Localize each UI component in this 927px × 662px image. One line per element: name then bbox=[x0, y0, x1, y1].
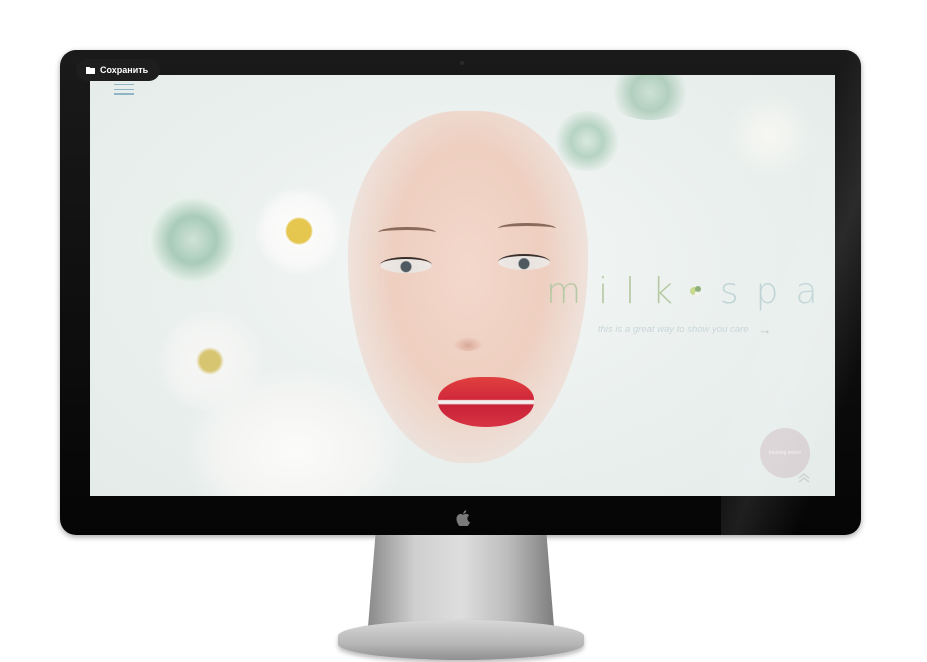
monitor-stand bbox=[368, 535, 554, 627]
green-flower-cluster bbox=[138, 185, 248, 295]
monitor-frame: milk spa this is a great way to show you… bbox=[60, 50, 861, 535]
arrow-right-icon: → bbox=[758, 322, 772, 337]
eyebrow-right bbox=[498, 223, 556, 234]
daisy-flower bbox=[255, 187, 343, 275]
monitor-stand-base bbox=[338, 620, 584, 660]
brand-logo: milk spa bbox=[546, 270, 835, 312]
camera bbox=[460, 61, 464, 65]
eye-right bbox=[498, 254, 550, 270]
save-button[interactable]: Сохранить bbox=[76, 59, 161, 81]
tagline-link[interactable]: this is a great way to show you care → bbox=[598, 322, 772, 337]
folder-icon bbox=[86, 67, 95, 74]
nose bbox=[454, 337, 482, 351]
booking-button-label: booking online bbox=[768, 450, 802, 456]
green-flower-top bbox=[605, 75, 695, 120]
red-lips bbox=[438, 377, 534, 427]
hamburger-menu-icon[interactable] bbox=[114, 84, 134, 96]
save-button-label: Сохранить bbox=[100, 65, 149, 75]
eye-left bbox=[380, 257, 432, 273]
brand-part-spa: spa bbox=[719, 270, 835, 312]
eyebrow-left bbox=[378, 227, 436, 238]
flower-icon bbox=[689, 286, 701, 297]
website-screen: milk spa this is a great way to show you… bbox=[90, 75, 835, 496]
brand-part-milk: milk bbox=[546, 270, 690, 312]
white-flower-faded bbox=[720, 95, 820, 175]
chevron-up-icon[interactable] bbox=[797, 471, 811, 485]
tagline-text: this is a great way to show you care bbox=[598, 324, 749, 335]
apple-logo-icon bbox=[456, 510, 470, 526]
